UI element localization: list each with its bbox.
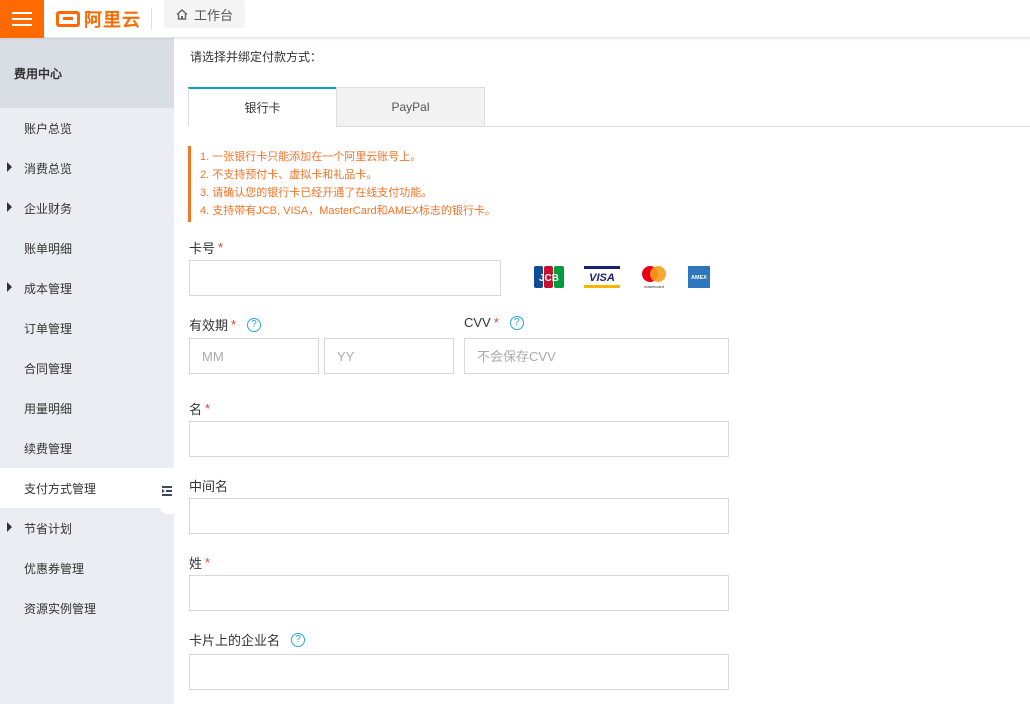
aliyun-logo-mark	[56, 11, 80, 27]
sidebar-item-label: 资源实例管理	[24, 601, 97, 616]
middle-name-label: 中间名	[189, 476, 228, 495]
sidebar-item-label: 合同管理	[24, 361, 73, 376]
sidebar-item-consumption-overview[interactable]: 消费总览	[0, 148, 174, 188]
required-mark: *	[218, 240, 224, 255]
notice-line: 4. 支持带有JCB, VISA，MasterCard和AMEX标志的银行卡。	[200, 205, 496, 217]
aliyun-logo[interactable]: 阿里云	[56, 7, 141, 31]
jcb-logo-icon: JCB	[534, 264, 564, 290]
svg-text:mastercard: mastercard	[644, 284, 664, 289]
caret-right-icon	[7, 202, 12, 212]
cvv-label: CVV *?	[464, 315, 524, 330]
sidebar-item-label: 用量明细	[24, 401, 73, 416]
card-brand-logos: JCB VISA mastercard AMEX	[534, 264, 710, 290]
sidebar-item-label: 账单明细	[24, 241, 73, 256]
sidebar-item-enterprise-finance[interactable]: 企业财务	[0, 188, 174, 228]
card-number-label-text: 卡号	[189, 241, 216, 256]
help-icon[interactable]: ?	[247, 317, 262, 332]
caret-right-icon	[7, 522, 12, 532]
header-divider	[151, 8, 152, 30]
sidebar-item-label: 优惠券管理	[24, 561, 85, 576]
company-name-label: 卡片上的企业名?	[189, 630, 306, 649]
sidebar-item-label: 成本管理	[24, 281, 73, 296]
sidebar-item-account-overview[interactable]: 账户总览	[0, 108, 174, 148]
middle-name-input[interactable]	[189, 498, 729, 534]
notice-line: 3. 请确认您的银行卡已经开通了在线支付功能。	[200, 187, 433, 199]
card-number-input[interactable]	[189, 260, 501, 296]
sidebar-item-savings-plan[interactable]: 节省计划	[0, 508, 174, 548]
main-content: 请选择并绑定付款方式： 银行卡 PayPal 1. 一张银行卡只能添加在一个阿里…	[174, 38, 1030, 704]
sidebar-item-label: 账户总览	[24, 121, 73, 136]
payment-prompt: 请选择并绑定付款方式：	[190, 50, 323, 64]
first-name-label: 名 *	[189, 399, 210, 418]
sidebar-item-resource-instances[interactable]: 资源实例管理	[0, 588, 174, 628]
caret-right-icon	[7, 162, 12, 172]
middle-name-label-text: 中间名	[189, 479, 229, 494]
last-name-input[interactable]	[189, 575, 729, 611]
sidebar-item-renewal-management[interactable]: 续费管理	[0, 428, 174, 468]
logo-text: 阿里云	[84, 10, 141, 30]
sidebar: 费用中心 账户总览 消费总览 企业财务 账单明细 成本管理 订单管理 合同管理 …	[0, 38, 174, 704]
sidebar-item-contract-management[interactable]: 合同管理	[0, 348, 174, 388]
svg-text:JCB: JCB	[539, 273, 559, 284]
notice-line: 2. 不支持预付卡、虚拟卡和礼品卡。	[200, 169, 378, 181]
last-name-label: 姓 *	[189, 553, 210, 572]
sidebar-item-label: 企业财务	[24, 201, 73, 216]
sidebar-title: 费用中心	[0, 38, 174, 108]
company-name-label-text: 卡片上的企业名	[189, 633, 281, 648]
sidebar-item-label: 节省计划	[24, 521, 73, 536]
first-name-input[interactable]	[189, 421, 729, 457]
collapse-sidebar-button[interactable]	[160, 468, 174, 514]
sidebar-item-bill-details[interactable]: 账单明细	[0, 228, 174, 268]
help-icon[interactable]: ?	[291, 632, 306, 647]
cvv-label-text: CVV	[464, 315, 491, 330]
tab-bank-card[interactable]: 银行卡	[188, 87, 337, 127]
required-mark: *	[493, 315, 499, 330]
expiry-month-input[interactable]	[189, 338, 319, 374]
sidebar-item-payment-methods[interactable]: 支付方式管理	[0, 468, 174, 508]
sidebar-item-label: 续费管理	[24, 441, 73, 456]
workbench-label: 工作台	[194, 7, 234, 23]
tab-paypal[interactable]: PayPal	[336, 87, 485, 127]
notice-box: 1. 一张银行卡只能添加在一个阿里云账号上。 2. 不支持预付卡、虚拟卡和礼品卡…	[188, 146, 588, 222]
expiry-year-input[interactable]	[324, 338, 454, 374]
sidebar-item-label: 消费总览	[24, 161, 73, 176]
menu-icon[interactable]	[0, 0, 44, 38]
sidebar-item-usage-details[interactable]: 用量明细	[0, 388, 174, 428]
svg-text:VISA: VISA	[589, 272, 615, 284]
card-number-label: 卡号 *	[189, 238, 223, 257]
required-mark: *	[231, 317, 237, 332]
svg-text:AMEX: AMEX	[691, 275, 707, 281]
cvv-input[interactable]	[464, 338, 729, 374]
expiry-label-text: 有效期	[189, 318, 229, 333]
sidebar-item-coupon-management[interactable]: 优惠券管理	[0, 548, 174, 588]
visa-logo-icon: VISA	[584, 264, 620, 290]
help-icon[interactable]: ?	[509, 315, 524, 330]
workbench-button[interactable]: 工作台	[164, 0, 246, 28]
home-icon	[176, 8, 188, 20]
sidebar-item-cost-management[interactable]: 成本管理	[0, 268, 174, 308]
sidebar-item-order-management[interactable]: 订单管理	[0, 308, 174, 348]
company-name-input[interactable]	[189, 654, 729, 690]
collapse-icon	[162, 486, 172, 496]
required-mark: *	[205, 401, 211, 416]
expiry-label: 有效期 *?	[189, 315, 262, 334]
first-name-label-text: 名	[189, 402, 203, 417]
notice-line: 1. 一张银行卡只能添加在一个阿里云账号上。	[200, 151, 422, 163]
top-bar: 阿里云 工作台	[0, 0, 1030, 38]
last-name-label-text: 姓	[189, 556, 203, 571]
sidebar-item-label: 支付方式管理	[24, 481, 97, 496]
mastercard-logo-icon: mastercard	[640, 264, 668, 290]
sidebar-item-label: 订单管理	[24, 321, 73, 336]
amex-logo-icon: AMEX	[688, 264, 710, 290]
caret-right-icon	[7, 282, 12, 292]
required-mark: *	[205, 555, 211, 570]
